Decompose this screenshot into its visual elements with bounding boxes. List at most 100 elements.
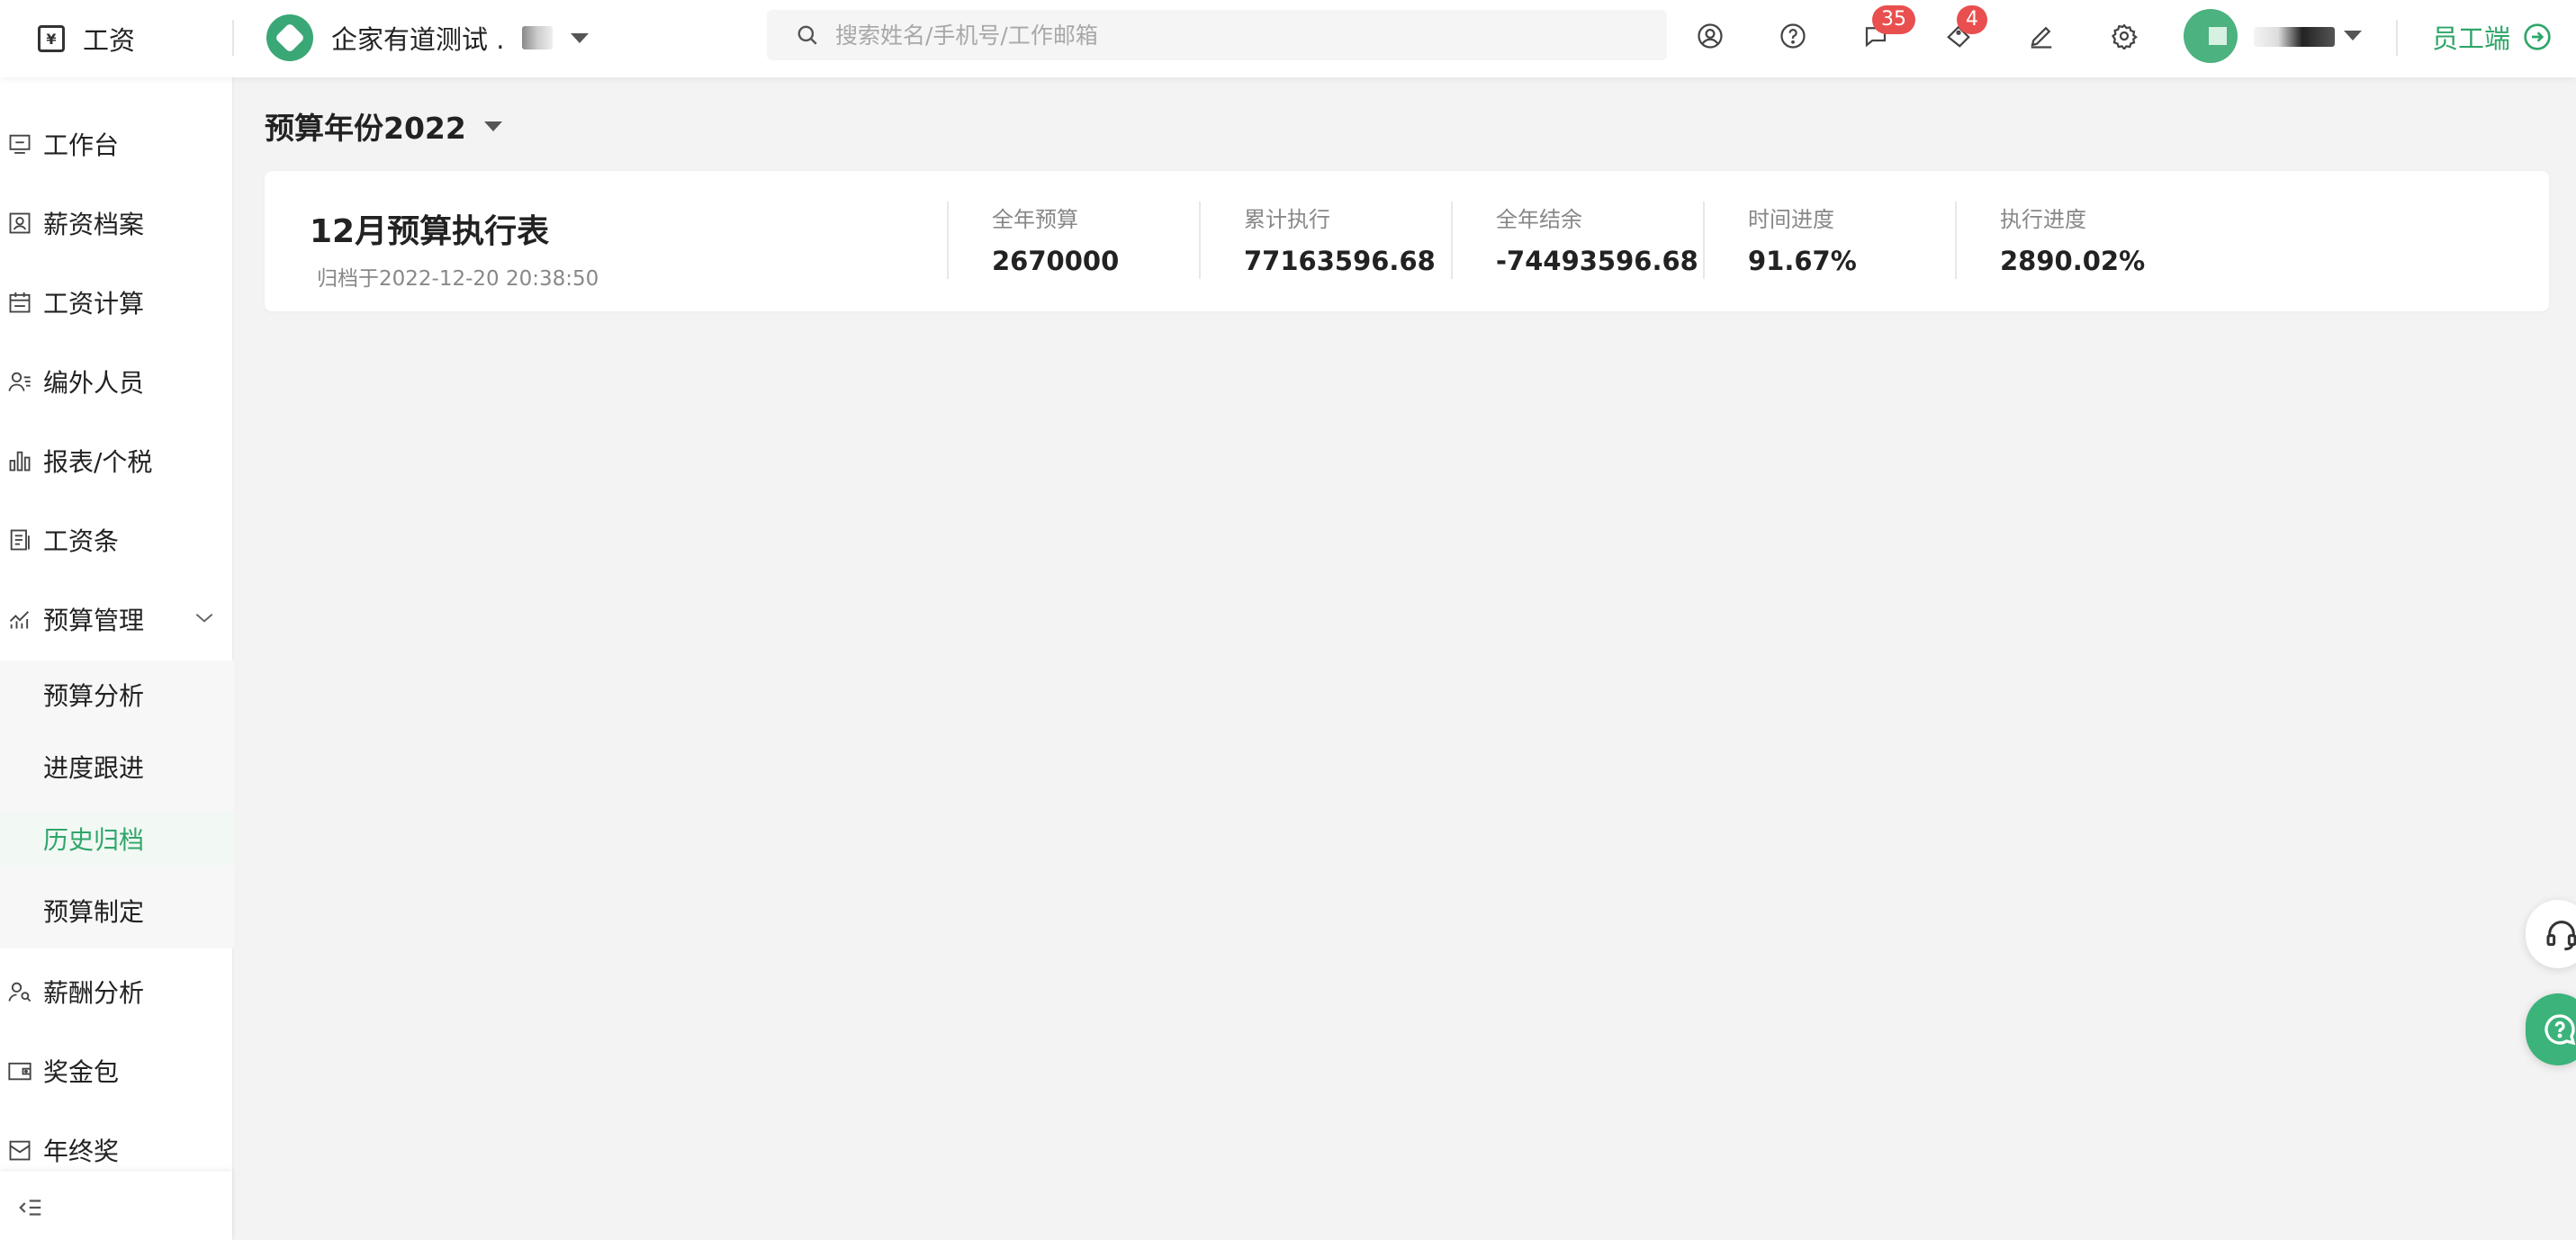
divider — [232, 20, 234, 56]
employee-portal-button[interactable]: 员工端 — [2432, 18, 2552, 56]
chat-question-icon — [2544, 1014, 2576, 1046]
stat-value: 91.67% — [1748, 246, 1857, 276]
sidebar-item-label: 薪资档案 — [43, 210, 145, 239]
budget-submenu: 预算分析 进度跟进 历史归档 预算制定 — [0, 660, 234, 948]
chevron-down-icon — [571, 32, 590, 43]
sidebar-item-label: 历史归档 — [43, 825, 145, 855]
person-search-icon — [5, 977, 34, 1006]
chevron-down-icon — [483, 121, 502, 131]
sidebar-item-label: 预算分析 — [43, 681, 145, 711]
sidebar-item-workbench[interactable]: 工作台 — [0, 117, 234, 171]
stat-label: 执行进度 — [2000, 207, 2086, 232]
document-icon — [5, 526, 34, 554]
sidebar: 工作台 薪资档案 工资计算 编外人员 报表/个税 工资条 预算管理 预算分析 进… — [0, 77, 234, 1240]
avatar[interactable] — [2184, 9, 2238, 63]
sidebar-item-label: 预算管理 — [43, 606, 145, 635]
user-circle-icon[interactable] — [1692, 18, 1728, 54]
user-name-blurred[interactable] — [2254, 27, 2335, 47]
collapse-sidebar-button[interactable] — [13, 1190, 49, 1226]
stat-annual-budget: 全年预算 2670000 — [992, 202, 1119, 283]
app-switcher[interactable]: ¥ 工资 — [38, 16, 135, 61]
profile-icon — [5, 209, 34, 238]
ticket-count-badge: 4 — [1957, 5, 1987, 34]
help-icon[interactable] — [1775, 18, 1811, 54]
sidebar-item-external-staff[interactable]: 编外人员 — [0, 355, 234, 409]
search-input[interactable] — [835, 22, 1609, 49]
gift-box-icon — [5, 1136, 34, 1164]
divider — [1199, 202, 1201, 279]
sidebar-item-label: 进度跟进 — [43, 753, 145, 783]
app-title: 工资 — [83, 25, 136, 56]
sidebar-item-bonus-pool[interactable]: 奖金包 — [0, 1044, 234, 1098]
sidebar-subitem-budget-analysis[interactable]: 预算分析 — [0, 668, 234, 722]
stat-value: 2670000 — [992, 246, 1120, 276]
sidebar-item-label: 工作台 — [43, 130, 120, 160]
stat-label: 全年预算 — [992, 207, 1078, 232]
sidebar-item-budget-management[interactable]: 预算管理 — [0, 592, 234, 646]
divider — [1703, 202, 1705, 279]
message-button[interactable]: 35 — [1858, 5, 1915, 54]
edit-icon[interactable] — [2023, 18, 2059, 54]
headset-icon — [2546, 921, 2576, 951]
sidebar-item-label: 编外人员 — [43, 368, 145, 398]
calendar-icon — [5, 288, 34, 317]
sidebar-item-payslip[interactable]: 工资条 — [0, 513, 234, 567]
sidebar-subitem-history-archive[interactable]: 历史归档 — [0, 812, 234, 866]
ticket-button[interactable]: 4 — [1941, 5, 1987, 54]
stat-annual-balance: 全年结余 -74493596.68 — [1496, 202, 1698, 283]
gear-icon[interactable] — [2106, 18, 2142, 54]
divider — [1955, 202, 1957, 279]
person-list-icon — [5, 367, 34, 396]
trend-chart-icon — [5, 605, 34, 633]
chat-help-button[interactable] — [2526, 993, 2576, 1065]
archive-timestamp: 归档于2022-12-20 20:38:50 — [317, 267, 599, 291]
message-count-badge: 35 — [1872, 5, 1915, 34]
sidebar-item-payroll[interactable]: 工资计算 — [0, 275, 234, 329]
stat-label: 累计执行 — [1244, 207, 1330, 232]
stat-time-progress: 时间进度 91.67% — [1748, 202, 1857, 283]
budget-year-label: 预算年份2022 — [265, 111, 466, 146]
sidebar-item-label: 年终奖 — [43, 1137, 120, 1166]
stat-execution-progress: 执行进度 2890.02% — [2000, 202, 2145, 283]
stat-label: 全年结余 — [1496, 207, 1582, 232]
arrow-circle-right-icon — [2524, 23, 2551, 50]
stat-value: 77163596.68 — [1244, 246, 1436, 276]
divider — [1451, 202, 1453, 279]
employee-portal-label: 员工端 — [2432, 23, 2511, 54]
sidebar-item-year-end-bonus[interactable]: 年终奖 — [0, 1123, 234, 1177]
stat-label: 时间进度 — [1748, 207, 1834, 232]
search-icon — [797, 25, 817, 45]
chevron-down-icon[interactable] — [2344, 31, 2362, 40]
org-name-blurred — [522, 26, 554, 49]
sidebar-item-label: 工资条 — [43, 526, 120, 556]
sidebar-item-label: 预算制定 — [43, 897, 145, 927]
salary-app-icon: ¥ — [38, 25, 65, 52]
chevron-up-icon — [193, 606, 216, 633]
divider — [2396, 20, 2398, 56]
customer-service-button[interactable] — [2526, 900, 2576, 968]
top-bar: ¥ 工资 企家有道测试 . 35 4 员工端 — [0, 0, 2576, 77]
budget-year-select[interactable]: 预算年份2022 — [265, 104, 502, 148]
sidebar-item-label: 工资计算 — [43, 289, 145, 319]
sidebar-item-reports-tax[interactable]: 报表/个税 — [0, 434, 234, 488]
sidebar-item-label: 报表/个税 — [43, 447, 153, 477]
budget-execution-card[interactable]: 12月预算执行表 归档于2022-12-20 20:38:50 全年预算 267… — [265, 171, 2549, 311]
org-name: 企家有道测试 . — [331, 24, 505, 55]
org-logo — [266, 14, 313, 61]
bar-chart-icon — [5, 446, 34, 475]
stat-cumulative-execution: 累计执行 77163596.68 — [1244, 202, 1436, 283]
sidebar-subitem-progress-tracking[interactable]: 进度跟进 — [0, 740, 234, 794]
sidebar-item-label: 薪酬分析 — [43, 978, 145, 1008]
stat-value: -74493596.68 — [1496, 246, 1698, 276]
sidebar-item-salary-profile[interactable]: 薪资档案 — [0, 196, 234, 250]
card-title: 12月预算执行表 — [310, 213, 550, 250]
search-bar — [767, 10, 1667, 60]
collapse-menu-icon — [19, 1200, 41, 1216]
org-selector[interactable]: 企家有道测试 . — [266, 11, 590, 65]
sidebar-subitem-budget-planning[interactable]: 预算制定 — [0, 884, 234, 938]
sidebar-item-compensation-analysis[interactable]: 薪酬分析 — [0, 965, 234, 1019]
sidebar-item-label: 奖金包 — [43, 1057, 120, 1087]
divider — [947, 202, 949, 279]
wallet-icon — [5, 1056, 34, 1085]
stat-value: 2890.02% — [2000, 246, 2146, 276]
